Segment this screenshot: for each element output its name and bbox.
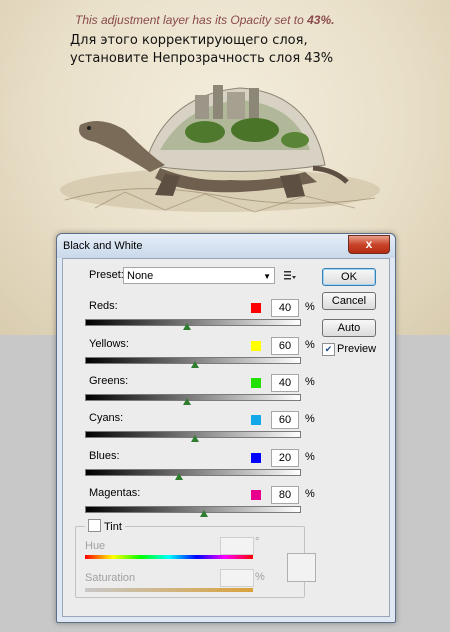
blues-value-input[interactable]: 20 bbox=[271, 449, 299, 467]
dialog-body: Preset: None ▼ Reds: 40 % Yellows: 60 % … bbox=[62, 258, 390, 617]
hue-input[interactable] bbox=[220, 537, 254, 555]
cyans-value-input[interactable]: 60 bbox=[271, 411, 299, 429]
greens-slider-track[interactable] bbox=[85, 394, 301, 401]
blues-slider-track[interactable] bbox=[85, 469, 301, 476]
cancel-button[interactable]: Cancel bbox=[322, 292, 376, 310]
preview-checkbox[interactable]: ✔ bbox=[322, 343, 335, 356]
dialog-titlebar[interactable]: Black and White x bbox=[57, 234, 395, 258]
close-button[interactable]: x bbox=[348, 235, 390, 254]
greens-value-input[interactable]: 40 bbox=[271, 374, 299, 392]
swatch-yellows bbox=[251, 341, 261, 351]
yellows-value-input[interactable]: 60 bbox=[271, 337, 299, 355]
tint-label: Tint bbox=[104, 521, 122, 533]
tint-header: Tint bbox=[85, 519, 125, 533]
preset-options-icon[interactable] bbox=[283, 268, 297, 282]
degree-label: ° bbox=[255, 536, 260, 548]
swatch-cyans bbox=[251, 415, 261, 425]
slider-label-greens: Greens: bbox=[89, 375, 129, 387]
greens-slider-thumb[interactable] bbox=[183, 398, 191, 405]
black-and-white-dialog: Black and White x Preset: None ▼ Reds: 4… bbox=[56, 233, 396, 623]
slider-label-cyans: Cyans: bbox=[89, 412, 124, 424]
swatch-magentas bbox=[251, 490, 261, 500]
reds-slider-track[interactable] bbox=[85, 319, 301, 326]
yellows-slider-thumb[interactable] bbox=[191, 361, 199, 368]
preview-label: Preview bbox=[337, 343, 377, 355]
auto-button[interactable]: Auto bbox=[322, 319, 376, 337]
saturation-input[interactable] bbox=[220, 569, 254, 587]
preset-label: Preset: bbox=[89, 269, 124, 281]
caption-opacity-value: 43%. bbox=[307, 13, 335, 27]
slider-label-reds: Reds: bbox=[89, 300, 118, 312]
slider-label-yellows: Yellows: bbox=[89, 338, 129, 350]
saturation-slider[interactable] bbox=[85, 588, 253, 592]
ok-button[interactable]: OK bbox=[322, 268, 376, 286]
reds-slider-thumb[interactable] bbox=[183, 323, 191, 330]
percent-label: % bbox=[305, 376, 315, 388]
swatch-greens bbox=[251, 378, 261, 388]
cyans-slider-thumb[interactable] bbox=[191, 435, 199, 442]
hue-label: Hue bbox=[85, 540, 106, 552]
turtle-illustration bbox=[60, 85, 380, 213]
saturation-percent-label: % bbox=[255, 571, 265, 583]
magentas-slider-thumb[interactable] bbox=[200, 510, 208, 517]
preset-value: None bbox=[127, 270, 154, 282]
preset-dropdown[interactable]: None ▼ bbox=[123, 267, 275, 284]
percent-label: % bbox=[305, 413, 315, 425]
percent-label: % bbox=[305, 301, 315, 313]
caption-russian: Для этого корректирующего слоя, установи… bbox=[70, 33, 334, 66]
slider-label-magentas: Magentas: bbox=[89, 487, 141, 499]
magentas-slider-track[interactable] bbox=[85, 506, 301, 513]
saturation-label: Saturation bbox=[85, 572, 136, 584]
swatch-reds bbox=[251, 303, 261, 313]
percent-label: % bbox=[305, 488, 315, 500]
tint-checkbox[interactable] bbox=[88, 519, 101, 532]
magentas-value-input[interactable]: 80 bbox=[271, 486, 299, 504]
chevron-down-icon: ▼ bbox=[263, 272, 271, 281]
slider-label-blues: Blues: bbox=[89, 450, 120, 462]
reds-value-input[interactable]: 40 bbox=[271, 299, 299, 317]
hue-slider[interactable] bbox=[85, 555, 253, 559]
percent-label: % bbox=[305, 339, 315, 351]
blues-slider-thumb[interactable] bbox=[175, 473, 183, 480]
caption-english: This adjustment layer has its Opacity se… bbox=[75, 13, 335, 27]
percent-label: % bbox=[305, 451, 315, 463]
swatch-blues bbox=[251, 453, 261, 463]
tint-color-swatch[interactable] bbox=[287, 553, 316, 582]
dialog-title: Black and White bbox=[63, 240, 143, 252]
